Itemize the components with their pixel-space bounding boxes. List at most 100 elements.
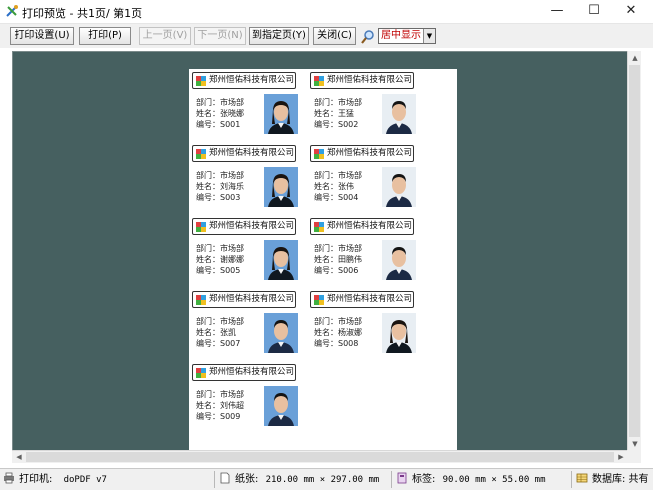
chevron-down-icon: ▼ bbox=[423, 29, 435, 43]
title-bar: 打印预览 - 共1页/ 第1页 — ☐ ✕ bbox=[0, 0, 653, 24]
prev-page-button[interactable]: 上一页(V) bbox=[139, 27, 191, 45]
company-logo-icon bbox=[314, 149, 324, 159]
print-setup-button[interactable]: 打印设置(U) bbox=[10, 27, 74, 45]
badge-name: 姓名：张伟 bbox=[314, 182, 354, 191]
employee-badge: 郑州恒佑科技有限公司部门：市场部 姓名：田鹏伟 编号：S006 bbox=[309, 216, 416, 296]
company-logo-icon bbox=[196, 149, 206, 159]
badge-name: 姓名：王猛 bbox=[314, 109, 354, 118]
zoom-select-value: 居中显示 bbox=[381, 30, 421, 41]
badge-header: 郑州恒佑科技有限公司 bbox=[192, 218, 296, 235]
badge-header: 郑州恒佑科技有限公司 bbox=[192, 72, 296, 89]
badge-name: 姓名：刘伟超 bbox=[196, 401, 244, 410]
database-label: 数据库: 共有 bbox=[592, 474, 649, 485]
scroll-corner bbox=[627, 450, 641, 463]
company-name: 郑州恒佑科技有限公司 bbox=[209, 294, 295, 304]
employee-badge: 郑州恒佑科技有限公司部门：市场部 姓名：张晓娜 编号：S001 bbox=[191, 70, 298, 150]
paper-value: 210.00 mm × 297.00 mm bbox=[265, 475, 380, 485]
company-logo-icon bbox=[196, 368, 206, 378]
employee-photo bbox=[264, 240, 298, 280]
badge-department: 部门：市场部 bbox=[196, 390, 244, 399]
company-logo-icon bbox=[196, 222, 206, 232]
horizontal-scroll-thumb[interactable] bbox=[26, 452, 614, 462]
employee-badge: 郑州恒佑科技有限公司 部门：市场部 姓名：张伟 编号：S004 bbox=[309, 143, 416, 223]
paper-label: 纸张: bbox=[235, 474, 259, 485]
paper-icon bbox=[220, 472, 230, 484]
minimize-button[interactable]: — bbox=[540, 0, 574, 24]
company-name: 郑州恒佑科技有限公司 bbox=[209, 221, 295, 231]
badge-name: 姓名：田鹏伟 bbox=[314, 255, 362, 264]
company-name: 郑州恒佑科技有限公司 bbox=[327, 148, 413, 158]
printer-label: 打印机: bbox=[19, 474, 53, 485]
status-bar: 打印机: doPDF v7 纸张: 210.00 mm × 297.00 mm … bbox=[0, 468, 653, 490]
goto-page-button[interactable]: 到指定页(Y) bbox=[249, 27, 309, 45]
scroll-down-icon[interactable]: ▼ bbox=[628, 437, 642, 451]
employee-photo bbox=[264, 313, 298, 353]
label-label: 标签: bbox=[412, 474, 436, 485]
employee-badge: 郑州恒佑科技有限公司 部门：市场部 姓名：杨淑娜 编号：S008 bbox=[309, 289, 416, 369]
company-logo-icon bbox=[314, 222, 324, 232]
badge-department: 部门：市场部 bbox=[314, 317, 362, 326]
badge-department: 部门：市场部 bbox=[314, 244, 362, 253]
company-name: 郑州恒佑科技有限公司 bbox=[209, 367, 295, 377]
printer-icon bbox=[4, 472, 14, 484]
badge-id: 编号：S001 bbox=[196, 120, 241, 129]
badge-id: 编号：S002 bbox=[314, 120, 359, 129]
database-icon bbox=[576, 473, 588, 483]
print-button[interactable]: 打印(P) bbox=[79, 27, 131, 45]
employee-photo bbox=[382, 313, 416, 353]
company-name: 郑州恒佑科技有限公司 bbox=[209, 75, 295, 85]
status-printer: 打印机: doPDF v7 bbox=[3, 471, 215, 488]
horizontal-scrollbar[interactable]: ◀ ▶ bbox=[12, 450, 628, 463]
status-label-size: 标签: 90.00 mm × 55.00 mm bbox=[396, 471, 572, 488]
badge-name: 姓名：张凯 bbox=[196, 328, 236, 337]
badge-department: 部门：市场部 bbox=[196, 244, 244, 253]
badge-department: 部门：市场部 bbox=[314, 171, 362, 180]
vertical-scroll-thumb[interactable] bbox=[629, 65, 640, 437]
magnifier-icon bbox=[361, 30, 374, 44]
badge-header: 郑州恒佑科技有限公司 bbox=[192, 291, 296, 308]
label-value: 90.00 mm × 55.00 mm bbox=[442, 475, 546, 485]
printer-value: doPDF v7 bbox=[63, 475, 107, 485]
toolbar: 打印设置(U) 打印(P) 上一页(V) 下一页(N) 到指定页(Y) 关闭(C… bbox=[0, 24, 653, 48]
badge-department: 部门：市场部 bbox=[314, 98, 362, 107]
badge-name: 姓名：张晓娜 bbox=[196, 109, 244, 118]
badge-header: 郑州恒佑科技有限公司 bbox=[310, 291, 414, 308]
badge-id: 编号：S009 bbox=[196, 412, 241, 421]
badge-header: 郑州恒佑科技有限公司 bbox=[310, 145, 414, 162]
scroll-right-icon[interactable]: ▶ bbox=[614, 450, 628, 464]
badge-id: 编号：S003 bbox=[196, 193, 241, 202]
employee-photo bbox=[264, 94, 298, 134]
badge-department: 部门：市场部 bbox=[196, 98, 244, 107]
employee-badge: 郑州恒佑科技有限公司 部门：市场部 姓名：谢娜娜 编号：S005 bbox=[191, 216, 298, 296]
badge-id: 编号：S008 bbox=[314, 339, 359, 348]
close-window-button[interactable]: ✕ bbox=[614, 0, 648, 24]
label-icon bbox=[397, 472, 407, 484]
next-page-button[interactable]: 下一页(N) bbox=[194, 27, 246, 45]
company-logo-icon bbox=[314, 76, 324, 86]
company-name: 郑州恒佑科技有限公司 bbox=[327, 75, 413, 85]
scroll-up-icon[interactable]: ▲ bbox=[628, 51, 642, 65]
badge-name: 姓名：谢娜娜 bbox=[196, 255, 244, 264]
badge-header: 郑州恒佑科技有限公司 bbox=[310, 218, 414, 235]
employee-photo bbox=[382, 240, 416, 280]
badge-department: 部门：市场部 bbox=[196, 317, 244, 326]
badge-header: 郑州恒佑科技有限公司 bbox=[192, 145, 296, 162]
company-name: 郑州恒佑科技有限公司 bbox=[209, 148, 295, 158]
company-logo-icon bbox=[196, 295, 206, 305]
employee-badge: 郑州恒佑科技有限公司部门：市场部 姓名：王猛编号：S002 bbox=[309, 70, 416, 150]
scroll-left-icon[interactable]: ◀ bbox=[12, 450, 26, 464]
badge-header: 郑州恒佑科技有限公司 bbox=[310, 72, 414, 89]
company-logo-icon bbox=[314, 295, 324, 305]
zoom-select[interactable]: 居中显示 ▼ bbox=[378, 28, 436, 44]
employee-badge: 郑州恒佑科技有限公司部门：市场部 姓名：刘伟超 编号：S009 bbox=[191, 362, 298, 442]
app-icon bbox=[6, 5, 18, 17]
badge-header: 郑州恒佑科技有限公司 bbox=[192, 364, 296, 381]
close-preview-button[interactable]: 关闭(C) bbox=[313, 27, 356, 45]
employee-photo bbox=[382, 167, 416, 207]
company-logo-icon bbox=[196, 76, 206, 86]
maximize-button[interactable]: ☐ bbox=[577, 0, 611, 24]
window-title: 打印预览 - 共1页/ 第1页 bbox=[22, 7, 143, 20]
vertical-scrollbar[interactable]: ▲ ▼ bbox=[627, 51, 641, 451]
badge-id: 编号：S006 bbox=[314, 266, 359, 275]
employee-photo bbox=[382, 94, 416, 134]
